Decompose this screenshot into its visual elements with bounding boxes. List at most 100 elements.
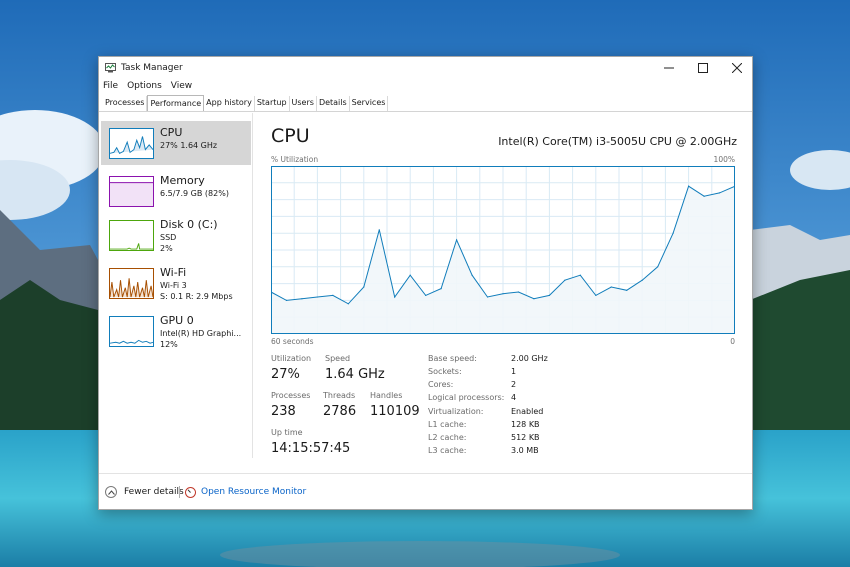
cpu-data-point xyxy=(610,286,612,288)
cpu-data-point xyxy=(548,294,550,296)
sidebar-wifi-throughput: S: 0.1 R: 2.9 Mbps xyxy=(160,292,233,301)
spec-l1-cache-label: L1 cache: xyxy=(428,420,467,429)
cpu-data-point xyxy=(316,296,318,298)
footer-separator xyxy=(179,486,180,498)
spec-l2-cache-value: 512 KB xyxy=(511,433,540,442)
sidebar-wifi-title: Wi-Fi xyxy=(160,266,187,279)
cpu-thumbnail-graph xyxy=(109,128,154,159)
spec-l1-cache-value: 128 KB xyxy=(511,420,540,429)
chevron-up-icon xyxy=(105,486,117,498)
menu-view[interactable]: View xyxy=(171,81,197,95)
open-resource-monitor-label: Open Resource Monitor xyxy=(201,487,307,497)
sidebar-cpu-title: CPU xyxy=(160,126,183,139)
sidebar-disk-type: SSD xyxy=(160,233,177,242)
spec-logical-processors-label: Logical processors: xyxy=(428,393,505,402)
cpu-detail-panel: CPU Intel(R) Core(TM) i3-5005U CPU @ 2.0… xyxy=(271,123,739,463)
memory-thumbnail-graph xyxy=(109,176,154,207)
sidebar-disk-usage: 2% xyxy=(160,244,173,253)
disk-thumbnail-graph xyxy=(109,220,154,251)
tab-app-history[interactable]: App history xyxy=(204,96,255,111)
minimize-button[interactable] xyxy=(652,57,686,79)
spec-virtualization-label: Virtualization: xyxy=(428,407,484,416)
cpu-data-point xyxy=(301,298,303,300)
tab-details[interactable]: Details xyxy=(317,96,350,111)
task-manager-app-icon xyxy=(105,63,116,73)
tab-users[interactable]: Users xyxy=(290,96,317,111)
wifi-thumbnail-graph xyxy=(109,268,154,299)
cpu-data-point xyxy=(595,294,597,296)
fewer-details-button[interactable]: Fewer details xyxy=(105,485,184,499)
processes-label: Processes xyxy=(271,391,311,400)
handles-label: Handles xyxy=(370,391,403,400)
menu-file[interactable]: File xyxy=(103,81,123,95)
tab-services[interactable]: Services xyxy=(350,96,389,111)
threads-label: Threads xyxy=(323,391,356,400)
spec-base-speed-label: Base speed: xyxy=(428,354,477,363)
uptime-value: 14:15:57:45 xyxy=(271,441,351,456)
cpu-data-point xyxy=(456,239,458,241)
cpu-data-point xyxy=(486,296,489,298)
sidebar-memory-usage: 6.5/7.9 GB (82%) xyxy=(160,189,229,198)
spec-sockets-label: Sockets: xyxy=(428,367,462,376)
cpu-data-point xyxy=(688,185,690,187)
sidebar-memory-title: Memory xyxy=(160,174,205,187)
spec-l3-cache-value: 3.0 MB xyxy=(511,446,539,455)
open-resource-monitor-link[interactable]: Open Resource Monitor xyxy=(185,485,306,499)
footer-divider xyxy=(99,473,752,474)
sidebar-item-wifi[interactable]: Wi-Fi Wi-Fi 3 S: 0.1 R: 2.9 Mbps xyxy=(101,261,251,305)
title-bar[interactable]: Task Manager xyxy=(99,57,752,79)
tab-bar: Processes Performance App history Startu… xyxy=(103,95,389,111)
cpu-data-point xyxy=(363,286,365,288)
spec-virtualization-value: Enabled xyxy=(511,407,544,416)
sidebar-item-gpu[interactable]: GPU 0 Intel(R) HD Graphi... 12% xyxy=(101,309,251,353)
sidebar-gpu-title: GPU 0 xyxy=(160,314,194,327)
cpu-data-point xyxy=(517,291,520,293)
window-title: Task Manager xyxy=(121,63,183,73)
cpu-data-point xyxy=(718,192,721,194)
sidebar-item-cpu[interactable]: CPU 27% 1.64 GHz xyxy=(101,121,251,165)
close-icon xyxy=(732,63,742,73)
menu-bar: File Options View xyxy=(103,81,201,95)
sidebar-item-memory[interactable]: Memory 6.5/7.9 GB (82%) xyxy=(101,169,251,213)
cpu-data-point xyxy=(657,266,659,268)
cpu-data-point xyxy=(672,232,674,234)
graph-y-label: % Utilization xyxy=(271,155,319,164)
menu-options[interactable]: Options xyxy=(127,81,167,95)
sidebar-gpu-usage: 12% xyxy=(160,340,178,349)
cpu-model-name: Intel(R) Core(TM) i3-5005U CPU @ 2.00GHz xyxy=(498,135,737,148)
cpu-data-point xyxy=(332,294,334,296)
resource-monitor-icon xyxy=(185,486,196,498)
gpu-thumbnail-graph xyxy=(109,316,154,347)
close-button[interactable] xyxy=(720,57,754,79)
sidebar-wifi-adapter: Wi-Fi 3 xyxy=(160,281,187,290)
page-title: CPU xyxy=(271,125,310,147)
cpu-data-point xyxy=(425,294,427,296)
graph-x-left-label: 60 seconds xyxy=(271,337,314,346)
cpu-data-point xyxy=(378,229,380,231)
spec-logical-processors-value: 4 xyxy=(511,393,517,402)
maximize-icon xyxy=(698,63,708,73)
tab-startup[interactable]: Startup xyxy=(255,96,290,111)
cpu-data-point xyxy=(533,298,535,300)
cpu-data-point xyxy=(502,293,504,295)
threads-value: 2786 xyxy=(323,404,357,419)
cpu-data-point xyxy=(285,299,288,301)
sidebar-item-disk[interactable]: Disk 0 (C:) SSD 2% xyxy=(101,213,251,257)
tab-performance[interactable]: Performance xyxy=(147,95,205,111)
speed-value: 1.64 GHz xyxy=(325,367,385,382)
cpu-data-point xyxy=(440,288,442,290)
cpu-data-point xyxy=(409,274,411,276)
uptime-label: Up time xyxy=(271,428,303,437)
tab-processes[interactable]: Processes xyxy=(103,96,148,111)
utilization-label: Utilization xyxy=(271,354,312,363)
processes-value: 238 xyxy=(271,404,296,419)
maximize-button[interactable] xyxy=(686,57,720,79)
spec-sockets-value: 1 xyxy=(511,367,517,376)
cpu-data-point xyxy=(394,296,396,298)
spec-l2-cache-label: L2 cache: xyxy=(428,433,467,442)
graph-x-right-label: 0 xyxy=(730,337,735,346)
utilization-value: 27% xyxy=(271,367,300,382)
spec-base-speed-value: 2.00 GHz xyxy=(511,354,548,363)
cpu-data-point xyxy=(641,279,643,281)
sidebar-cpu-usage: 27% 1.64 GHz xyxy=(160,141,218,150)
